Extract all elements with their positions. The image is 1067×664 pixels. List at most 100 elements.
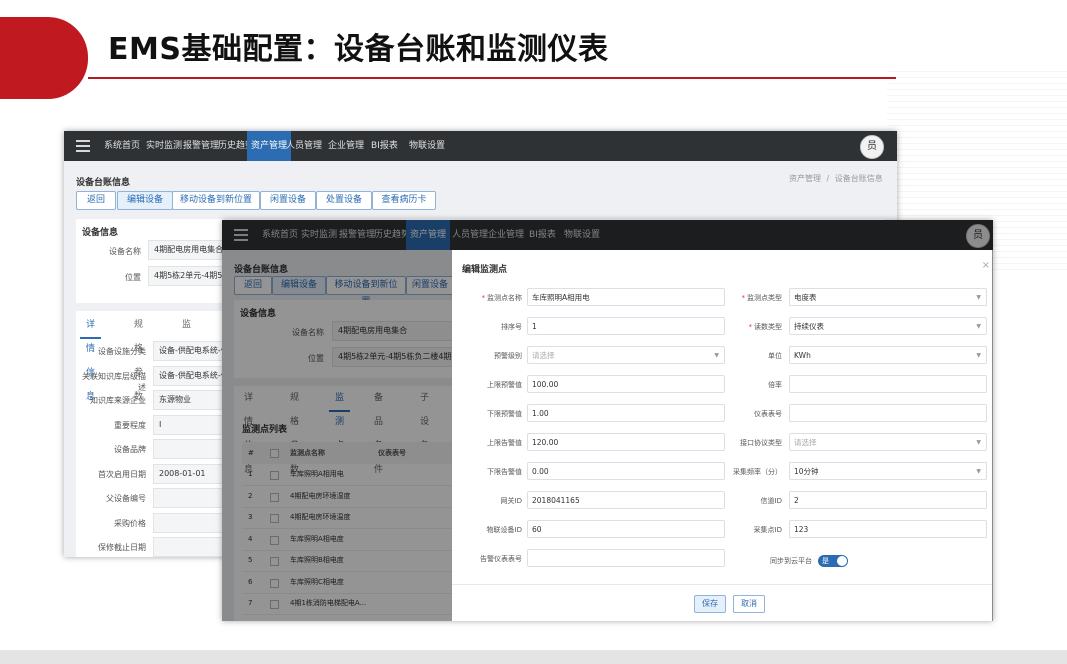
field-label: 接口协议类型 bbox=[712, 438, 782, 448]
field-value: 60 bbox=[532, 525, 542, 534]
chevron-down-icon: ▼ bbox=[976, 294, 981, 301]
action-button-0[interactable]: 返回 bbox=[76, 191, 116, 210]
select-field[interactable]: 电度表 ▼ bbox=[789, 288, 987, 306]
nav-item-6[interactable]: 企业管理 bbox=[324, 131, 368, 161]
tab-1[interactable]: 规格参数 bbox=[128, 313, 149, 402]
field-value: 10分钟 bbox=[794, 467, 819, 476]
slide-footer-band bbox=[0, 650, 1067, 664]
input-field[interactable]: 123 bbox=[789, 520, 987, 538]
action-button-4[interactable]: 处置设备 bbox=[316, 191, 372, 210]
field-value: 2018041165 bbox=[532, 496, 580, 505]
input-field[interactable]: 2 bbox=[789, 491, 987, 509]
chevron-down-icon: ▼ bbox=[976, 323, 981, 330]
tab-0[interactable]: 详情信息 bbox=[80, 313, 102, 402]
select-field[interactable]: 请选择 ▼ bbox=[527, 346, 725, 364]
field-value: KWh bbox=[794, 351, 811, 360]
required-marker: * bbox=[741, 294, 746, 302]
menu-icon[interactable] bbox=[76, 140, 90, 152]
breadcrumb-item[interactable]: 资产管理 bbox=[789, 174, 821, 183]
field-label: 物联设备ID bbox=[452, 525, 522, 535]
field-label-text: 预警级别 bbox=[494, 352, 522, 360]
field-label-text: 监测点名称 bbox=[487, 294, 522, 302]
field-value: 电度表 bbox=[794, 293, 817, 302]
input-field[interactable]: 120.00 bbox=[527, 433, 725, 451]
field-label: 仪表表号 bbox=[712, 409, 782, 419]
cancel-button[interactable]: 取消 bbox=[733, 595, 765, 613]
breadcrumb-current: 设备台账信息 bbox=[834, 174, 883, 183]
chevron-down-icon: ▼ bbox=[976, 468, 981, 475]
select-field[interactable]: 10分钟 ▼ bbox=[789, 462, 987, 480]
field-label-text: 监测点类型 bbox=[747, 294, 782, 302]
select-field[interactable]: 持续仪表 ▼ bbox=[789, 317, 987, 335]
top-nav-bar: 系统首页 实时监测 报警管理 历史趋势 资产管理 人员管理 企业管理 BI报表 物联设置 员 bbox=[64, 131, 897, 161]
field-label-text: 信道ID bbox=[760, 497, 782, 505]
field-value: 0.00 bbox=[532, 467, 549, 476]
detail-label: 设备设施分类 bbox=[98, 347, 146, 356]
detail-label: 设备品牌 bbox=[114, 445, 146, 454]
action-button-3[interactable]: 闲置设备 bbox=[260, 191, 316, 210]
detail-label: 采购价格 bbox=[114, 518, 146, 528]
chevron-down-icon: ▼ bbox=[976, 439, 981, 446]
nav-item-5[interactable]: 人员管理 bbox=[282, 131, 326, 161]
input-field[interactable] bbox=[789, 375, 987, 393]
input-field[interactable]: 车库照明A相用电 bbox=[527, 288, 725, 306]
field-value: 100.00 bbox=[532, 380, 559, 389]
breadcrumb-separator: / bbox=[826, 174, 830, 183]
field-label-text: 网关ID bbox=[500, 497, 522, 505]
detail-label: 父设备编号 bbox=[106, 494, 146, 503]
action-button-5[interactable]: 查看病历卡 bbox=[372, 191, 436, 210]
nav-item-0[interactable]: 系统首页 bbox=[100, 131, 144, 161]
field-label-text: 下限预警值 bbox=[487, 410, 522, 418]
action-button-2[interactable]: 移动设备到新位置 bbox=[172, 191, 260, 210]
field-label-text: 上限预警值 bbox=[487, 381, 522, 389]
sync-toggle-text: 是 bbox=[822, 557, 829, 565]
input-field[interactable]: 1.00 bbox=[527, 404, 725, 422]
nav-item-7[interactable]: BI报表 bbox=[367, 131, 402, 161]
device-name-label: 设备名称 bbox=[109, 247, 141, 256]
field-value: 请选择 bbox=[794, 438, 817, 447]
field-label: * 监测点名称 bbox=[452, 293, 523, 303]
action-button-1[interactable]: 编辑设备 bbox=[117, 191, 173, 210]
sync-toggle[interactable]: 是 bbox=[818, 555, 848, 567]
chevron-down-icon: ▼ bbox=[976, 352, 981, 359]
field-label: 倍率 bbox=[712, 380, 782, 390]
field-label: 告警仪表表号 bbox=[452, 554, 522, 564]
input-field[interactable] bbox=[527, 549, 725, 567]
input-field[interactable]: 1 bbox=[527, 317, 725, 335]
required-marker: * bbox=[748, 323, 753, 331]
field-label: 上限告警值 bbox=[452, 438, 522, 448]
close-icon[interactable]: × bbox=[982, 260, 990, 271]
input-field[interactable]: 0.00 bbox=[527, 462, 725, 480]
detail-label: 保修截止日期 bbox=[98, 543, 146, 552]
input-field[interactable]: 60 bbox=[527, 520, 725, 538]
slide-title: EMS基础配置：设备台账和监测仪表 bbox=[108, 32, 609, 67]
field-label-text: 读数类型 bbox=[754, 323, 782, 331]
select-field[interactable]: 请选择 ▼ bbox=[789, 433, 987, 451]
location-label: 位置 bbox=[125, 273, 141, 282]
detail-label: 知识库来源企业 bbox=[90, 396, 146, 405]
select-field[interactable]: KWh ▼ bbox=[789, 346, 987, 364]
input-field[interactable] bbox=[789, 404, 987, 422]
save-button[interactable]: 保存 bbox=[694, 595, 726, 613]
tab-2[interactable]: 监测点 bbox=[176, 313, 197, 378]
avatar[interactable]: 员 bbox=[860, 135, 884, 159]
field-value: 2 bbox=[794, 496, 799, 505]
field-value: 123 bbox=[794, 525, 809, 534]
field-value: 1 bbox=[532, 322, 537, 331]
dialog-footer: 保存 取消 bbox=[452, 584, 992, 621]
field-label: 排序号 bbox=[452, 322, 522, 332]
field-value: 1.00 bbox=[532, 409, 549, 418]
nav-item-8[interactable]: 物联设置 bbox=[405, 131, 449, 161]
field-label-text: 上限告警值 bbox=[487, 439, 522, 447]
required-marker: * bbox=[481, 294, 486, 302]
field-label-text: 接口协议类型 bbox=[740, 439, 782, 447]
field-label-text: 下限告警值 bbox=[487, 468, 522, 476]
detail-label: 重要程度 bbox=[114, 420, 146, 430]
field-label-text: 采集频率（分） bbox=[733, 468, 782, 476]
field-label: * 读数类型 bbox=[712, 322, 783, 332]
field-label: 下限告警值 bbox=[452, 467, 522, 477]
input-field[interactable]: 2018041165 bbox=[527, 491, 725, 509]
field-label: 采集点ID bbox=[712, 525, 782, 535]
field-label-text: 倍率 bbox=[768, 381, 782, 389]
input-field[interactable]: 100.00 bbox=[527, 375, 725, 393]
